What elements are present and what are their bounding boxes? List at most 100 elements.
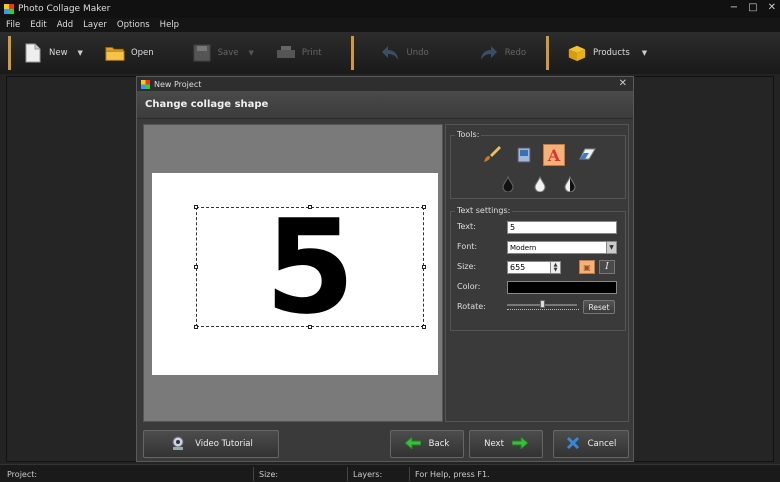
eraser-tool[interactable] bbox=[577, 144, 599, 166]
bold-toggle[interactable]: ▣ bbox=[579, 260, 595, 274]
stepper-arrows-icon[interactable]: ▲ ▼ bbox=[550, 262, 560, 273]
status-project: Project: bbox=[4, 467, 254, 481]
title-bar: Photo Collage Maker − □ ✕ bbox=[0, 0, 780, 18]
redo-button-label: Redo bbox=[504, 48, 527, 58]
menu-options[interactable]: Options bbox=[117, 20, 150, 30]
status-size: Size: bbox=[256, 467, 348, 481]
toolbar-separator bbox=[546, 36, 550, 70]
save-button[interactable]: Save bbox=[184, 36, 247, 70]
black-drop-icon bbox=[502, 175, 514, 195]
size-stepper[interactable]: 655 ▲ ▼ bbox=[507, 261, 561, 274]
resize-handle[interactable] bbox=[422, 325, 426, 329]
rotate-slider-thumb[interactable] bbox=[540, 300, 545, 308]
text-input[interactable]: 5 bbox=[507, 221, 617, 234]
fill-tool[interactable] bbox=[513, 144, 535, 166]
rotate-field-label: Rotate: bbox=[457, 302, 486, 311]
half-drop-icon bbox=[564, 175, 576, 195]
back-button-label: Back bbox=[428, 439, 450, 449]
app-window: Photo Collage Maker − □ ✕ File Edit Add … bbox=[0, 0, 780, 482]
cancel-button[interactable]: Cancel bbox=[553, 430, 629, 458]
status-bar: Project: Size: Layers: For Help, press F… bbox=[0, 464, 780, 482]
paint-bucket-icon bbox=[516, 145, 532, 166]
menu-bar: File Edit Add Layer Options Help bbox=[0, 18, 780, 32]
chevron-down-icon[interactable]: ▼ bbox=[606, 242, 616, 253]
text-a-icon: A bbox=[547, 145, 561, 165]
minimize-button[interactable]: − bbox=[730, 2, 738, 13]
text-field-label: Text: bbox=[457, 222, 476, 231]
eraser-icon bbox=[579, 147, 597, 164]
collage-canvas[interactable]: 5 bbox=[152, 173, 438, 375]
print-button[interactable]: Print bbox=[268, 36, 330, 70]
status-layers: Layers: bbox=[350, 467, 410, 481]
drop-black-tool[interactable] bbox=[497, 174, 519, 196]
tools-label: Tools: bbox=[455, 130, 482, 139]
menu-help[interactable]: Help bbox=[160, 20, 179, 30]
resize-handle[interactable] bbox=[194, 205, 198, 209]
font-select[interactable]: Modern ▼ bbox=[507, 241, 617, 254]
bold-icon: ▣ bbox=[583, 262, 591, 272]
color-field-label: Color: bbox=[457, 282, 481, 291]
shape-text-preview: 5 bbox=[264, 191, 356, 343]
brush-tool[interactable] bbox=[481, 144, 503, 166]
menu-layer[interactable]: Layer bbox=[83, 20, 107, 30]
italic-icon: I bbox=[605, 262, 609, 272]
save-dropdown-icon[interactable]: ▼ bbox=[249, 49, 254, 57]
size-field-label: Size: bbox=[457, 262, 477, 271]
save-button-label: Save bbox=[217, 48, 239, 58]
resize-handle[interactable] bbox=[422, 205, 426, 209]
reset-button[interactable]: Reset bbox=[583, 300, 615, 314]
undo-arrow-icon bbox=[380, 43, 400, 63]
dialog-close-button[interactable]: ✕ bbox=[619, 78, 627, 89]
menu-add[interactable]: Add bbox=[57, 20, 73, 30]
new-document-icon bbox=[23, 43, 43, 63]
products-dropdown-icon[interactable]: ▼ bbox=[642, 49, 647, 57]
size-value: 655 bbox=[510, 263, 526, 272]
new-button-label: New bbox=[49, 48, 68, 58]
menu-file[interactable]: File bbox=[6, 20, 20, 30]
menu-edit[interactable]: Edit bbox=[30, 20, 46, 30]
toolbar-separator bbox=[351, 36, 355, 70]
new-button[interactable]: New bbox=[15, 36, 76, 70]
new-dropdown-icon[interactable]: ▼ bbox=[78, 49, 83, 57]
undo-button-label: Undo bbox=[406, 48, 429, 58]
status-help: For Help, press F1. bbox=[415, 469, 490, 479]
text-selection-box[interactable]: 5 bbox=[194, 191, 426, 343]
drop-half-tool[interactable] bbox=[559, 174, 581, 196]
drop-white-tool[interactable] bbox=[529, 174, 551, 196]
close-window-button[interactable]: ✕ bbox=[768, 2, 776, 13]
video-tutorial-label: Video Tutorial bbox=[195, 439, 253, 449]
video-tutorial-button[interactable]: Video Tutorial bbox=[143, 430, 279, 458]
undo-button[interactable]: Undo bbox=[372, 36, 436, 70]
redo-arrow-icon bbox=[479, 43, 499, 63]
redo-button[interactable]: Redo bbox=[471, 36, 534, 70]
dialog-title-bar: New Project ✕ bbox=[137, 77, 633, 91]
white-drop-icon bbox=[534, 175, 546, 195]
resize-handle[interactable] bbox=[194, 265, 198, 269]
resize-handle[interactable] bbox=[422, 265, 426, 269]
italic-toggle[interactable]: I bbox=[599, 260, 615, 274]
printer-icon bbox=[276, 43, 296, 63]
dialog-heading: Change collage shape bbox=[137, 91, 633, 119]
resize-handle[interactable] bbox=[308, 205, 312, 209]
back-arrow-icon bbox=[403, 435, 422, 452]
products-button[interactable]: Products bbox=[559, 36, 638, 70]
app-icon bbox=[141, 79, 150, 89]
resize-handle[interactable] bbox=[308, 325, 312, 329]
open-button-label: Open bbox=[130, 48, 154, 58]
print-button-label: Print bbox=[301, 48, 322, 58]
color-picker[interactable] bbox=[507, 281, 617, 294]
next-button-label: Next bbox=[484, 439, 504, 449]
back-button[interactable]: Back bbox=[390, 430, 464, 458]
text-tool[interactable]: A bbox=[543, 144, 565, 166]
resize-handle[interactable] bbox=[194, 325, 198, 329]
font-field-label: Font: bbox=[457, 242, 478, 251]
new-project-dialog: New Project ✕ Change collage shape 5 Too… bbox=[136, 76, 634, 462]
next-button[interactable]: Next bbox=[469, 430, 543, 458]
preview-area: 5 bbox=[143, 124, 443, 422]
open-button[interactable]: Open bbox=[97, 36, 162, 70]
maximize-button[interactable]: □ bbox=[748, 2, 757, 13]
floppy-disk-icon bbox=[192, 43, 212, 63]
toolbar: New ▼ Open Save ▼ Print Undo Redo Produc… bbox=[0, 32, 780, 74]
products-button-label: Products bbox=[593, 48, 630, 58]
app-icon bbox=[4, 4, 14, 14]
